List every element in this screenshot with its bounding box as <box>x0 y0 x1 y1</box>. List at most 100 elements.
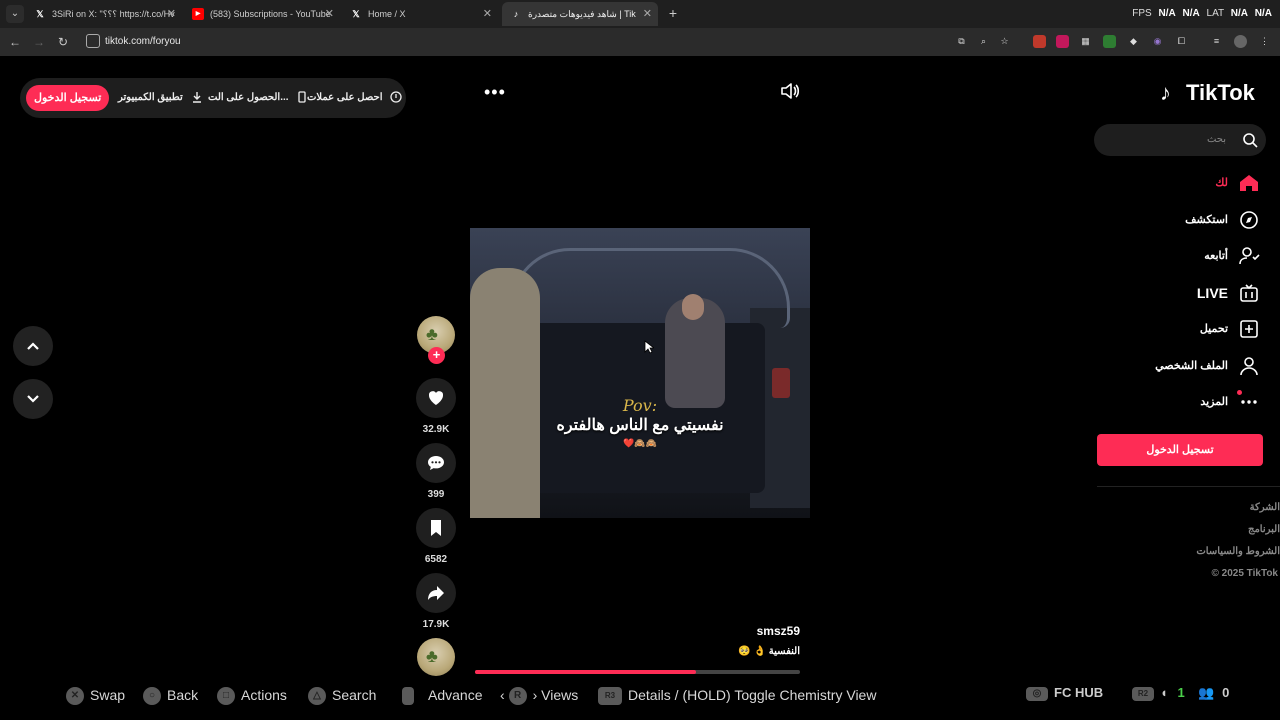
brand-logo[interactable]: TikTok <box>1186 80 1255 106</box>
search-input[interactable]: بحث <box>1094 124 1266 156</box>
bookmark-icon <box>431 520 441 536</box>
lat-label: LAT <box>1206 8 1224 19</box>
shield-status-icon: ◖ <box>1160 685 1168 700</box>
video-progress-bar[interactable] <box>475 670 800 674</box>
hint-label: Advance <box>428 687 483 703</box>
zoom-icon[interactable]: ⌕ <box>977 35 990 48</box>
touchpad-button-icon <box>402 687 414 706</box>
sidebar-item-upload[interactable]: تحميل <box>1060 317 1260 341</box>
get-coins-label: احصل على عملات <box>307 92 383 103</box>
browser-tab-active[interactable]: ♪ شاهد فيديوهات متصدرة | Tik ✕ <box>502 2 658 26</box>
hint-advance: Advance <box>402 686 482 720</box>
reading-list-icon[interactable]: ≡ <box>1210 35 1223 48</box>
shield-extension-icon[interactable] <box>1103 35 1116 48</box>
footer-link-company[interactable]: الشركة <box>1250 502 1280 513</box>
players-icon: 👥 <box>1198 685 1215 700</box>
video-player[interactable]: Pov: نفسيتي مع الناس هالفتره ❤️🙈🙈 <box>470 228 810 518</box>
previous-video-button[interactable] <box>13 326 53 366</box>
browser-toolbar: ← → ↻ tiktok.com/foryou ⧉ ⌕ ☆ ▦ ◆ ◉ ⧠ ≡ … <box>0 28 1280 56</box>
sidebar-item-label: استكشف <box>1185 214 1228 226</box>
browser-tab[interactable]: ▶ (583) Subscriptions - YouTube ✕ <box>184 2 340 26</box>
hud-r2: R2 <box>1132 686 1160 704</box>
puzzle-icon[interactable]: ⧠ <box>1175 35 1188 48</box>
compass-icon <box>1240 211 1258 229</box>
site-info-icon[interactable] <box>86 34 100 48</box>
hud-count-green: 1 <box>1177 685 1185 700</box>
hint-label: Search <box>332 687 377 703</box>
mouse-cursor-icon <box>644 340 654 354</box>
sidebar-item-label: أتابعه <box>1204 250 1228 262</box>
video-author[interactable]: smsz59 <box>757 624 800 638</box>
extension-icon[interactable] <box>1056 35 1069 48</box>
get-app-link[interactable]: الحصول على الت... <box>208 78 308 118</box>
footer-link-program[interactable]: البرنامج <box>1248 524 1280 535</box>
reload-icon[interactable]: ↻ <box>54 33 72 51</box>
comment-button[interactable] <box>416 443 456 483</box>
r2-button-icon: R2 <box>1132 686 1154 701</box>
forward-arrow-icon[interactable]: → <box>30 33 48 51</box>
close-tab-icon[interactable]: ✕ <box>325 2 334 26</box>
hud-fc-hub: ◎ FC HUB <box>1026 686 1103 704</box>
new-tab-button[interactable]: + <box>664 4 682 22</box>
footer-link-terms[interactable]: الشروط والسياسات <box>1196 546 1280 557</box>
profile-avatar-icon[interactable] <box>1234 35 1247 48</box>
square-button-icon: □ <box>217 687 235 706</box>
extension-icon[interactable]: ▦ <box>1079 35 1092 48</box>
sidebar-item-label: LIVE <box>1196 285 1228 301</box>
menu-kebab-icon[interactable]: ⋮ <box>1258 35 1271 48</box>
close-tab-icon[interactable]: ✕ <box>167 2 176 26</box>
get-coins-link[interactable]: احصل على عملات <box>307 78 402 118</box>
sidebar-item-for-you[interactable]: لك <box>1060 171 1260 195</box>
close-tab-icon[interactable]: ✕ <box>643 2 652 26</box>
hint-label: Actions <box>241 687 287 703</box>
install-app-icon[interactable]: ⧉ <box>955 35 968 48</box>
tab-title: Home / X <box>368 9 406 19</box>
lat-value: N/A <box>1230 8 1248 19</box>
lat-value-2: N/A <box>1254 8 1272 19</box>
more-options-icon[interactable]: ••• <box>484 82 506 103</box>
next-video-button[interactable] <box>13 379 53 419</box>
live-tv-icon <box>1240 284 1258 302</box>
tab-title: شاهد فيديوهات متصدرة | Tik <box>528 9 636 19</box>
extension-icon[interactable]: ◆ <box>1127 35 1140 48</box>
music-disc-avatar[interactable]: ♣ <box>417 638 455 676</box>
sidebar-item-more[interactable]: المزيد <box>1060 390 1260 414</box>
volume-icon[interactable] <box>780 82 800 100</box>
save-count: 6582 <box>424 554 448 565</box>
close-tab-icon[interactable]: ✕ <box>483 2 492 26</box>
address-bar[interactable]: tiktok.com/foryou <box>105 28 181 56</box>
bookmark-star-icon[interactable]: ☆ <box>998 35 1011 48</box>
sidebar-item-label: لك <box>1215 177 1228 189</box>
tab-title: (583) Subscriptions - YouTube <box>210 9 331 19</box>
sidebar-login-button[interactable]: تسجيل الدخول <box>1097 434 1263 466</box>
eye-extension-icon[interactable]: ◉ <box>1151 35 1164 48</box>
tab-title: 3SiRi on X: "؟؟؟ https://t.co/Hv <box>52 9 175 19</box>
video-overlay-emoji: ❤️🙈🙈 <box>623 438 657 448</box>
tab-list-button[interactable]: ⌄ <box>6 5 24 23</box>
like-button[interactable] <box>416 378 456 418</box>
extension-icon[interactable] <box>1033 35 1046 48</box>
back-arrow-icon[interactable]: ← <box>6 33 24 51</box>
follow-plus-button[interactable]: + <box>428 347 445 364</box>
video-overlay-caption: نفسيتي مع الناس هالفتره <box>556 417 724 434</box>
video-description: 🥺 👌 النفسية <box>738 646 800 657</box>
sidebar-item-live[interactable]: LIVE <box>1060 281 1260 305</box>
desktop-app-link[interactable]: تطبيق الكمبيوتر <box>118 78 203 118</box>
browser-tab[interactable]: 𝕏 Home / X ✕ <box>342 2 498 26</box>
seated-person-head <box>682 294 704 320</box>
home-icon <box>1240 175 1258 191</box>
sidebar-item-following[interactable]: أتابعه <box>1060 244 1260 268</box>
sidebar-item-profile[interactable]: الملف الشخصي <box>1060 354 1260 378</box>
controller-hint-bar: ✕ Swap ○ Back □ Actions △ Search Advance ‹ R… <box>0 686 1280 720</box>
share-button[interactable] <box>416 573 456 613</box>
sidebar-item-explore[interactable]: استكشف <box>1060 208 1260 232</box>
chevron-down-icon <box>27 395 39 403</box>
hud-status: ◖ 1 👥 0 <box>1160 686 1229 704</box>
browser-tab[interactable]: 𝕏 3SiRi on X: "؟؟؟ https://t.co/Hv ✕ <box>26 2 182 26</box>
tiktok-icon: ♪ <box>513 9 519 19</box>
hint-swap: ✕ Swap <box>66 686 125 720</box>
save-button[interactable] <box>416 508 456 548</box>
desktop-app-label: تطبيق الكمبيوتر <box>118 92 183 103</box>
tiktok-page: تسجيل الدخول تطبيق الكمبيوتر الحصول على … <box>0 56 1280 720</box>
login-button[interactable]: تسجيل الدخول <box>26 85 110 111</box>
